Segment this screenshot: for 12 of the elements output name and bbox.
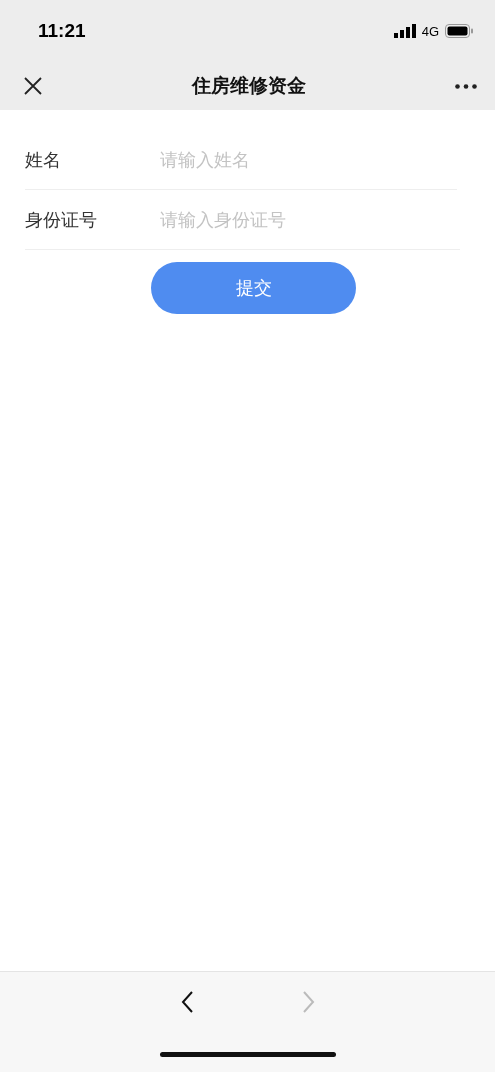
more-icon[interactable] <box>455 83 477 89</box>
status-time: 11:21 <box>38 20 86 42</box>
close-icon[interactable] <box>24 77 42 95</box>
input-field[interactable]: 请输入姓名 <box>160 149 457 170</box>
field-label: 姓名 <box>25 147 62 172</box>
submit-button[interactable]: 提交 <box>151 262 356 314</box>
signal-icon <box>393 24 416 38</box>
field-label: 身份证号 <box>25 207 98 232</box>
battery-icon <box>445 24 473 38</box>
network-type: 4G <box>421 23 439 39</box>
input-field[interactable]: 请输入身份证号 <box>160 209 460 230</box>
page-title: 住房维修资金 <box>191 73 306 98</box>
